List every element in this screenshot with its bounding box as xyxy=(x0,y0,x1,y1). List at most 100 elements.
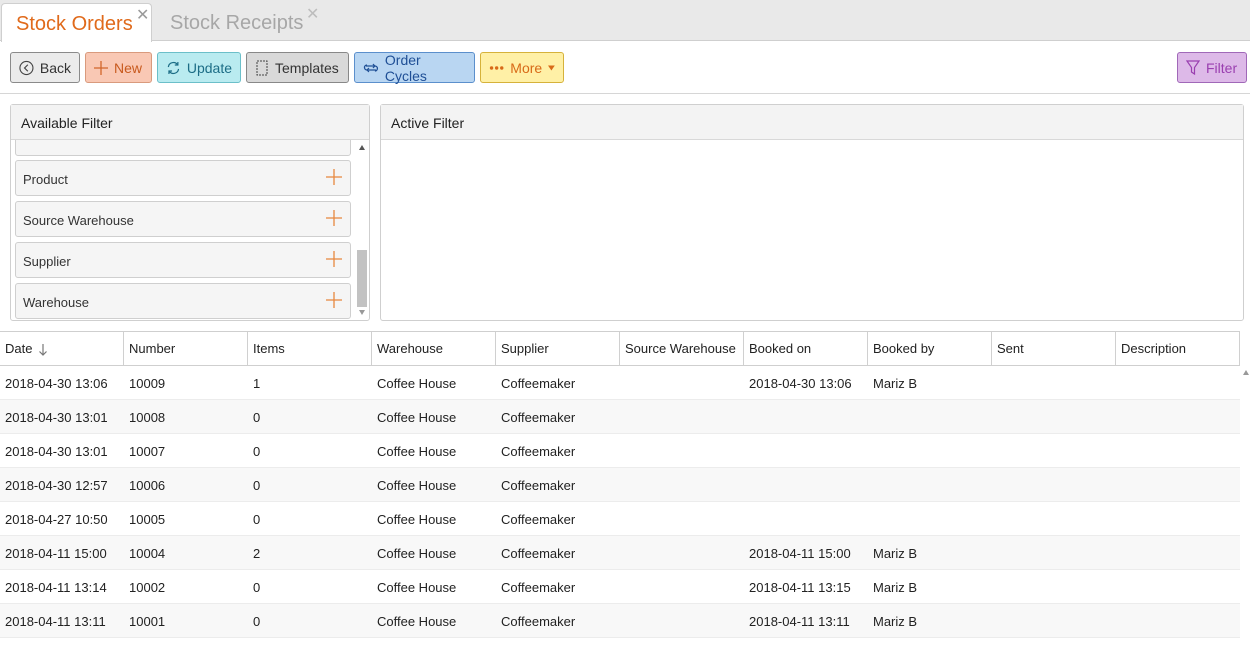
table-cell: Mariz B xyxy=(873,614,918,629)
plus-icon xyxy=(94,60,108,75)
table-cell: 10002 xyxy=(129,580,166,595)
table-cell: 0 xyxy=(253,614,261,629)
column-header-label: Items xyxy=(253,341,285,356)
table-cell: 2018-04-11 15:00 xyxy=(5,546,107,561)
column-header-label: Source Warehouse xyxy=(625,341,736,356)
table-cell: 10009 xyxy=(129,376,166,391)
tab-label: Stock Receipts xyxy=(170,12,304,34)
table-cell: 10008 xyxy=(129,410,166,425)
back-button[interactable]: Back xyxy=(10,52,80,83)
column-header-label: Date xyxy=(5,341,33,356)
column-header[interactable]: Booked on xyxy=(744,332,868,365)
available-filter-list: Product Source Warehouse Supplier Wareho… xyxy=(11,140,356,320)
table-cell: Coffeemaker xyxy=(501,444,576,459)
filter-item-partial[interactable] xyxy=(15,140,351,156)
table-cell: Coffee House xyxy=(377,580,457,595)
column-header[interactable]: Date xyxy=(0,332,124,365)
table-cell: Coffeemaker xyxy=(501,512,576,527)
back-circle-icon xyxy=(19,60,34,75)
add-icon[interactable] xyxy=(326,169,342,185)
table-cell: Coffeemaker xyxy=(501,410,576,425)
table-cell: 2018-04-11 13:15 xyxy=(749,580,851,595)
close-icon[interactable]: ✕ xyxy=(136,5,149,25)
table-cell: 2018-04-27 10:50 xyxy=(5,512,108,527)
column-header-label: Description xyxy=(1121,341,1187,356)
column-header[interactable]: Items xyxy=(248,332,372,365)
table-row[interactable]: 2018-04-30 13:01 10007 0 Coffee House Coffee… xyxy=(0,434,1240,468)
table-cell: Coffee House xyxy=(377,614,457,629)
tab-stock-receipts[interactable]: Stock Receipts ✕ xyxy=(156,3,326,41)
column-header[interactable]: Booked by xyxy=(868,332,992,365)
cycle-icon xyxy=(363,63,379,72)
dots-icon xyxy=(489,65,504,70)
column-header[interactable]: Description xyxy=(1116,332,1240,365)
more-label: More xyxy=(510,59,543,76)
column-header[interactable]: Number xyxy=(124,332,248,365)
table-row[interactable]: 2018-04-11 15:00 10004 2 Coffee House Coffee… xyxy=(0,536,1240,570)
tab-bar: Stock Orders ✕ Stock Receipts ✕ xyxy=(0,0,1250,42)
column-header[interactable]: Supplier xyxy=(496,332,620,365)
active-filter-panel: Active Filter xyxy=(380,104,1244,321)
table-cell: 10006 xyxy=(129,478,166,493)
add-icon[interactable] xyxy=(326,251,342,267)
table-scrollbar[interactable] xyxy=(1241,367,1250,645)
templates-button[interactable]: Templates xyxy=(246,52,349,83)
table-cell: 2018-04-11 13:11 xyxy=(5,614,106,629)
table-cell: 2018-04-11 13:14 xyxy=(5,580,107,595)
table-row[interactable]: 2018-04-27 10:50 10005 0 Coffee House Coffee… xyxy=(0,502,1240,536)
available-filter-panel: Available Filter Product Source Warehous… xyxy=(10,104,370,321)
sort-descending-icon[interactable] xyxy=(38,343,48,356)
funnel-icon xyxy=(1186,59,1200,75)
table-cell: Mariz B xyxy=(873,580,918,595)
update-button[interactable]: Update xyxy=(157,52,241,83)
table-row[interactable]: 2018-04-11 13:11 10001 0 Coffee House Coffee… xyxy=(0,604,1240,638)
filter-item-label: Warehouse xyxy=(23,295,89,310)
new-label: New xyxy=(114,59,143,76)
add-icon[interactable] xyxy=(326,210,342,226)
table-row[interactable]: 2018-04-11 13:14 10002 0 Coffee House Coffee… xyxy=(0,570,1240,604)
column-header[interactable]: Warehouse xyxy=(372,332,496,365)
filter-item-supplier[interactable]: Supplier xyxy=(15,242,351,278)
table-cell: Coffeemaker xyxy=(501,478,576,493)
filter-item-product[interactable]: Product xyxy=(15,160,351,196)
table-row[interactable]: 2018-04-30 13:01 10008 0 Coffee House Coffee… xyxy=(0,400,1240,434)
order-cycles-button[interactable]: Order Cycles xyxy=(354,52,475,84)
filter-item-label: Source Warehouse xyxy=(23,213,134,228)
table-cell: Coffee House xyxy=(377,376,457,391)
table-cell: Coffeemaker xyxy=(501,376,576,391)
caret-down-icon xyxy=(548,64,555,71)
table-cell: 10005 xyxy=(129,512,166,527)
table-cell: 10001 xyxy=(129,614,166,629)
scroll-up-arrow-icon[interactable] xyxy=(1243,370,1249,375)
more-button[interactable]: More xyxy=(480,52,564,83)
filter-button[interactable]: Filter xyxy=(1177,52,1247,83)
filter-item-warehouse[interactable]: Warehouse xyxy=(15,283,351,319)
table-cell: Coffee House xyxy=(377,444,457,459)
table-cell: 2018-04-30 13:06 xyxy=(5,376,108,391)
new-button[interactable]: New xyxy=(85,52,152,83)
tab-stock-orders[interactable]: Stock Orders ✕ xyxy=(1,3,152,42)
table-cell: Coffee House xyxy=(377,546,457,561)
active-filter-title: Active Filter xyxy=(381,105,1243,140)
column-header[interactable]: Sent xyxy=(992,332,1116,365)
filter-item-source-warehouse[interactable]: Source Warehouse xyxy=(15,201,351,237)
table-row[interactable]: 2018-04-30 12:57 10006 0 Coffee House Coffee… xyxy=(0,468,1240,502)
column-header[interactable]: Source Warehouse xyxy=(620,332,744,365)
filter-scrollbar[interactable] xyxy=(356,140,369,320)
scroll-down-arrow-icon[interactable] xyxy=(359,310,365,315)
table-cell: Coffee House xyxy=(377,512,457,527)
table-cell: 2018-04-30 13:01 xyxy=(5,444,108,459)
tab-label: Stock Orders xyxy=(16,13,133,35)
table-cell: 2018-04-30 13:01 xyxy=(5,410,108,425)
add-icon[interactable] xyxy=(326,292,342,308)
close-icon[interactable]: ✕ xyxy=(306,4,319,24)
table-cell: 2018-04-11 15:00 xyxy=(749,546,851,561)
table-row[interactable]: 2018-04-30 13:06 10009 1 Coffee House Coffee… xyxy=(0,366,1240,400)
table-cell: 0 xyxy=(253,410,261,425)
scroll-up-arrow-icon[interactable] xyxy=(359,145,365,150)
template-icon xyxy=(256,60,268,75)
scroll-thumb[interactable] xyxy=(357,250,367,307)
filter-item-label: Product xyxy=(23,172,68,187)
table-cell: 0 xyxy=(253,444,261,459)
table-header: Date Number Items Warehouse Supplier Source W… xyxy=(0,331,1240,366)
